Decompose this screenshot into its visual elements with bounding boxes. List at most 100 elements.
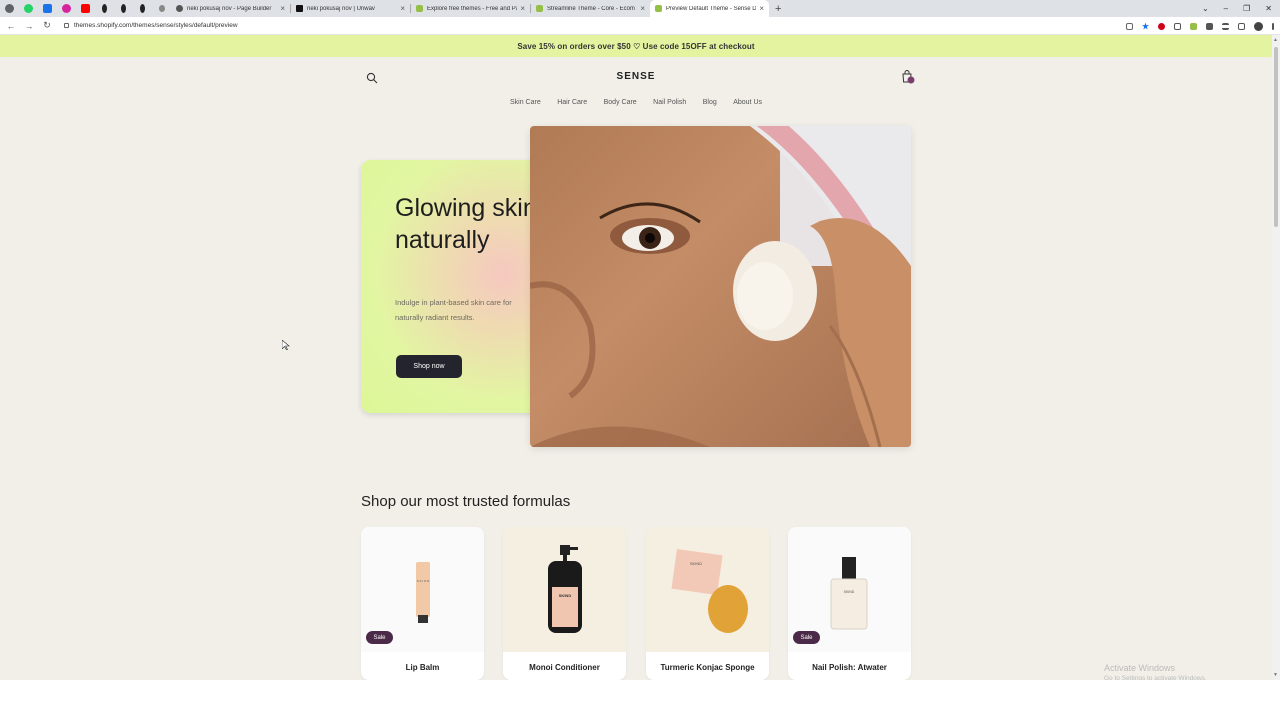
tab-title: Preview Default Theme - Sense D (666, 5, 757, 12)
nav-link-skin-care[interactable]: Skin Care (510, 99, 541, 106)
apple-icon (158, 5, 165, 12)
mouse-cursor-icon (282, 340, 290, 350)
nav-link-about-us[interactable]: About Us (733, 99, 762, 106)
close-icon[interactable]: × (400, 4, 405, 13)
shopify-icon (655, 5, 662, 12)
scroll-down-icon[interactable]: ▼ (1273, 672, 1278, 678)
nav-link-hair-care[interactable]: Hair Care (557, 99, 587, 106)
product-name[interactable]: Turmeric Konjac Sponge (646, 663, 769, 672)
share-icon[interactable] (1126, 22, 1133, 30)
collection-title: Shop our most trusted formulas (361, 493, 571, 510)
product-name[interactable]: Nail Polish: Atwater (788, 663, 911, 672)
shopify-icon (416, 5, 423, 12)
announcement-bar: Save 15% on orders over $50 ♡ Use code 1… (0, 35, 1272, 57)
youtube-icon (81, 4, 90, 13)
product-card[interactable]: SKIND Turmeric Konjac Sponge (646, 527, 769, 680)
close-icon[interactable]: × (280, 4, 285, 13)
nav-link-nail-polish[interactable]: Nail Polish (653, 99, 686, 106)
pinned-tab[interactable] (38, 0, 57, 17)
svg-text:SKIND: SKIND (559, 593, 572, 598)
side-panel-icon[interactable] (1238, 22, 1245, 30)
watermark-line-1: Activate Windows (1104, 663, 1176, 673)
product-name[interactable]: Monoi Conditioner (503, 663, 626, 672)
bookmark-star-icon[interactable] (1142, 22, 1149, 30)
extensions-area (1126, 17, 1274, 35)
hero-title: Glowing skin, naturally (395, 194, 544, 254)
new-tab-icon[interactable]: + (775, 3, 781, 15)
reload-icon[interactable]: ↻ (40, 20, 54, 31)
reading-list-icon[interactable] (1222, 22, 1229, 30)
shopify-icon (536, 5, 543, 12)
browser-tab[interactable]: Streamline Theme - Core - Ecom × (531, 0, 650, 17)
main-nav: Skin Care Hair Care Body Care Nail Polis… (510, 99, 762, 106)
pinned-tab[interactable] (133, 0, 152, 17)
browser-tab-strip: neki pokusaj nov - Page Builder × neki p… (0, 0, 1280, 17)
browser-tab-active[interactable]: Preview Default Theme - Sense D × (650, 0, 769, 17)
profile-avatar[interactable] (1254, 21, 1263, 31)
shop-now-button[interactable]: Shop now (396, 355, 462, 378)
whatsapp-icon (24, 4, 33, 13)
bolt-icon (121, 4, 126, 13)
close-icon[interactable]: × (759, 4, 764, 13)
page-scrollbar[interactable]: ▲ ▼ (1272, 35, 1280, 680)
svg-text:SKIND: SKIND (690, 561, 702, 566)
forward-icon[interactable]: → (22, 21, 36, 31)
back-icon[interactable]: ← (4, 21, 18, 31)
sale-badge: Sale (366, 631, 393, 644)
pinned-tab[interactable] (95, 0, 114, 17)
hero-subtitle: Indulge in plant-based skin care for nat… (395, 298, 512, 322)
restore-icon[interactable]: ❐ (1243, 4, 1250, 13)
minimize-icon[interactable]: – (1224, 4, 1228, 13)
extension-icon[interactable] (1158, 22, 1165, 30)
chrome-icon (5, 4, 14, 13)
product-card[interactable]: S K I N D Sale Lip Balm (361, 527, 484, 680)
ext-icon (43, 4, 52, 13)
extension-icon[interactable] (1174, 22, 1181, 30)
browser-tab[interactable]: neki pokusaj nov - Page Builder × (171, 0, 290, 17)
bolt-icon (140, 4, 145, 13)
sale-badge: Sale (793, 631, 820, 644)
product-image: SKIND (503, 527, 626, 652)
hero-image (530, 126, 911, 447)
tab-title: neki pokusaj nov | Unwav (307, 5, 375, 12)
pinned-tab[interactable] (57, 0, 76, 17)
svg-text:SKIND: SKIND (844, 590, 855, 594)
product-card[interactable]: SKIND Sale Nail Polish: Atwater (788, 527, 911, 680)
cart-icon[interactable] (900, 69, 916, 85)
close-icon[interactable]: × (640, 4, 645, 13)
scrollbar-thumb[interactable] (1274, 47, 1278, 227)
close-icon[interactable]: × (520, 4, 525, 13)
browser-tab[interactable]: neki pokusaj nov | Unwav × (291, 0, 410, 17)
window-controls: ⌄ – ❐ ✕ (1202, 0, 1272, 17)
browser-tab[interactable]: Explore free themes - Free and Pa × (411, 0, 530, 17)
puzzle-icon[interactable] (1206, 22, 1213, 30)
product-card[interactable]: SKIND Monoi Conditioner (503, 527, 626, 680)
bolt-icon (102, 4, 107, 13)
pinned-tab[interactable] (19, 0, 38, 17)
browser-toolbar: ← → ↻ themes.shopify.com/themes/sense/st… (0, 17, 1280, 35)
globe-icon (176, 5, 183, 12)
unwav-icon (296, 5, 303, 12)
tab-search-icon[interactable]: ⌄ (1202, 4, 1209, 13)
pinned-tab[interactable] (0, 0, 19, 17)
extension-icon[interactable] (1190, 22, 1197, 30)
pinned-tab[interactable] (152, 0, 171, 17)
product-name[interactable]: Lip Balm (361, 663, 484, 672)
store-logo[interactable]: SENSE (596, 71, 676, 82)
lock-icon (64, 23, 69, 28)
search-icon[interactable] (366, 72, 378, 84)
instagram-icon (62, 4, 71, 13)
window-close-icon[interactable]: ✕ (1265, 4, 1272, 13)
address-bar[interactable]: themes.shopify.com/themes/sense/styles/d… (64, 22, 238, 29)
tab-title: Explore free themes - Free and Pa (427, 5, 518, 12)
url-text: themes.shopify.com/themes/sense/styles/d… (74, 22, 238, 29)
menu-icon[interactable] (1272, 22, 1274, 30)
pinned-tab[interactable] (76, 0, 95, 17)
tab-title: neki pokusaj nov - Page Builder (187, 5, 272, 12)
nav-link-blog[interactable]: Blog (703, 99, 717, 106)
face-illustration (530, 126, 911, 447)
pinned-tab[interactable] (114, 0, 133, 17)
scroll-up-icon[interactable]: ▲ (1273, 37, 1278, 43)
nav-link-body-care[interactable]: Body Care (604, 99, 637, 106)
svg-text:S K I N D: S K I N D (417, 579, 430, 583)
